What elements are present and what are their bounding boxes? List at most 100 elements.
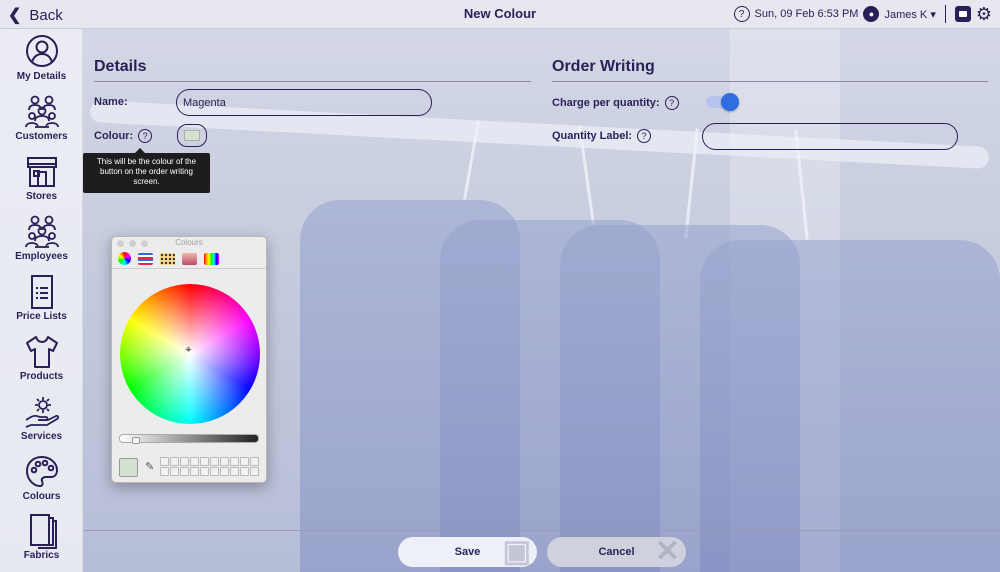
divider <box>944 5 946 23</box>
saved-colours-grid <box>160 457 259 476</box>
saved-colour-slot[interactable] <box>180 467 189 476</box>
colour-label-text: Colour: <box>94 130 134 142</box>
sidebar: My Details Customers Stores Employees Pr… <box>0 29 83 572</box>
sidebar-item-label: Products <box>19 371 64 382</box>
employees-icon <box>24 215 59 248</box>
divider <box>94 81 531 82</box>
saved-colour-slot[interactable] <box>230 467 239 476</box>
sidebar-item-stores[interactable]: Stores <box>0 154 83 212</box>
save-button[interactable]: Save ▣ <box>398 537 537 567</box>
saved-colour-slot[interactable] <box>240 457 249 466</box>
saved-colour-slot[interactable] <box>210 467 219 476</box>
saved-colour-slot[interactable] <box>230 457 239 466</box>
sliders-mode-icon[interactable] <box>138 252 153 265</box>
customers-icon <box>24 95 59 128</box>
sidebar-item-label: Price Lists <box>16 311 67 322</box>
help-icon[interactable]: ? <box>138 129 153 143</box>
sidebar-item-services[interactable]: Services <box>0 394 83 452</box>
datetime: Sun, 09 Feb 6:53 PM <box>754 8 859 20</box>
store-switch-icon[interactable] <box>954 6 971 22</box>
sidebar-item-label: Services <box>20 431 63 442</box>
background-shirt <box>700 240 1000 572</box>
tshirt-icon <box>25 336 58 368</box>
minimize-icon[interactable] <box>129 240 136 247</box>
services-gear-hand-icon <box>25 397 59 428</box>
charge-label-text: Charge per quantity: <box>552 97 660 109</box>
status-area: ? Sun, 09 Feb 6:53 PM ● James K ▾ ⚙ <box>733 5 992 23</box>
current-colour-swatch[interactable] <box>119 458 138 477</box>
colour-label: Colour:? <box>94 129 153 143</box>
gear-icon[interactable]: ⚙ <box>976 5 992 23</box>
window-controls <box>117 240 148 247</box>
sidebar-item-colours[interactable]: Colours <box>0 454 83 512</box>
palettes-mode-icon[interactable] <box>160 252 175 265</box>
sidebar-item-label: Employees <box>15 251 68 262</box>
colour-swatch <box>184 130 200 141</box>
price-list-icon <box>30 275 53 309</box>
save-label: Save <box>454 546 481 558</box>
colours-panel-title: Colours <box>175 238 203 247</box>
charge-per-quantity-label: Charge per quantity:? <box>552 96 679 110</box>
charge-per-quantity-toggle[interactable] <box>706 93 739 111</box>
quantity-label-field[interactable] <box>702 123 958 150</box>
user-icon: ● <box>863 6 880 22</box>
close-icon: ✕ <box>654 535 680 568</box>
pencils-mode-icon[interactable] <box>204 252 219 265</box>
sidebar-item-price-lists[interactable]: Price Lists <box>0 274 83 332</box>
saved-colour-slot[interactable] <box>210 457 219 466</box>
brightness-slider-handle[interactable] <box>132 437 141 444</box>
saved-colour-slot[interactable] <box>190 467 199 476</box>
saved-colour-slot[interactable] <box>250 457 259 466</box>
colours-panel: Colours ⌖ ✎ <box>111 236 267 483</box>
chevron-down-icon: ▾ <box>930 8 936 21</box>
divider <box>552 81 988 82</box>
user-menu[interactable]: James K ▾ <box>884 8 935 21</box>
saved-colour-slot[interactable] <box>220 457 229 466</box>
sidebar-item-employees[interactable]: Employees <box>0 214 83 272</box>
saved-colour-slot[interactable] <box>220 467 229 476</box>
palette-icon <box>25 455 58 488</box>
saved-colour-slot[interactable] <box>160 467 169 476</box>
colour-wheel-mode-icon[interactable] <box>118 252 131 265</box>
sidebar-item-label: Stores <box>25 191 58 202</box>
saved-colour-slot[interactable] <box>240 467 249 476</box>
sidebar-item-label: Colours <box>22 491 61 502</box>
colour-picker-button[interactable] <box>177 124 207 147</box>
cancel-button[interactable]: Cancel ✕ <box>547 537 686 567</box>
close-icon[interactable] <box>117 240 124 247</box>
saved-colour-slot[interactable] <box>200 467 209 476</box>
details-heading: Details <box>94 58 147 75</box>
sidebar-item-fabrics[interactable]: Fabrics <box>0 513 83 571</box>
help-icon[interactable]: ? <box>733 6 750 22</box>
colour-mode-tabs <box>112 249 266 269</box>
saved-colour-slot[interactable] <box>200 457 209 466</box>
quantity-label-text: Quantity Label: <box>552 130 633 142</box>
sidebar-item-label: Fabrics <box>23 550 60 561</box>
saved-colour-slot[interactable] <box>190 457 199 466</box>
colours-panel-titlebar: Colours <box>112 237 266 249</box>
colour-tooltip: This will be the colour of the button on… <box>83 148 210 193</box>
user-circle-icon <box>25 35 58 67</box>
sidebar-item-customers[interactable]: Customers <box>0 94 83 152</box>
fabric-book-icon <box>29 514 57 549</box>
divider <box>84 530 1000 531</box>
sidebar-item-label: Customers <box>15 131 68 142</box>
eyedropper-icon[interactable]: ✎ <box>145 460 154 473</box>
saved-colour-slot[interactable] <box>180 457 189 466</box>
saved-colour-slot[interactable] <box>170 457 179 466</box>
help-icon[interactable]: ? <box>664 96 679 110</box>
name-field[interactable] <box>176 89 432 116</box>
saved-colour-slot[interactable] <box>170 467 179 476</box>
toggle-knob <box>721 93 739 111</box>
sidebar-item-products[interactable]: Products <box>0 334 83 392</box>
sidebar-item-my-details[interactable]: My Details <box>0 34 83 92</box>
help-icon[interactable]: ? <box>637 129 652 143</box>
saved-colour-slot[interactable] <box>160 457 169 466</box>
name-label: Name: <box>94 96 128 108</box>
image-palette-mode-icon[interactable] <box>182 252 197 265</box>
crosshair-icon[interactable]: ⌖ <box>183 345 194 356</box>
sidebar-item-label: My Details <box>16 71 67 82</box>
zoom-icon[interactable] <box>141 240 148 247</box>
saved-colour-slot[interactable] <box>250 467 259 476</box>
cancel-label: Cancel <box>598 546 635 558</box>
